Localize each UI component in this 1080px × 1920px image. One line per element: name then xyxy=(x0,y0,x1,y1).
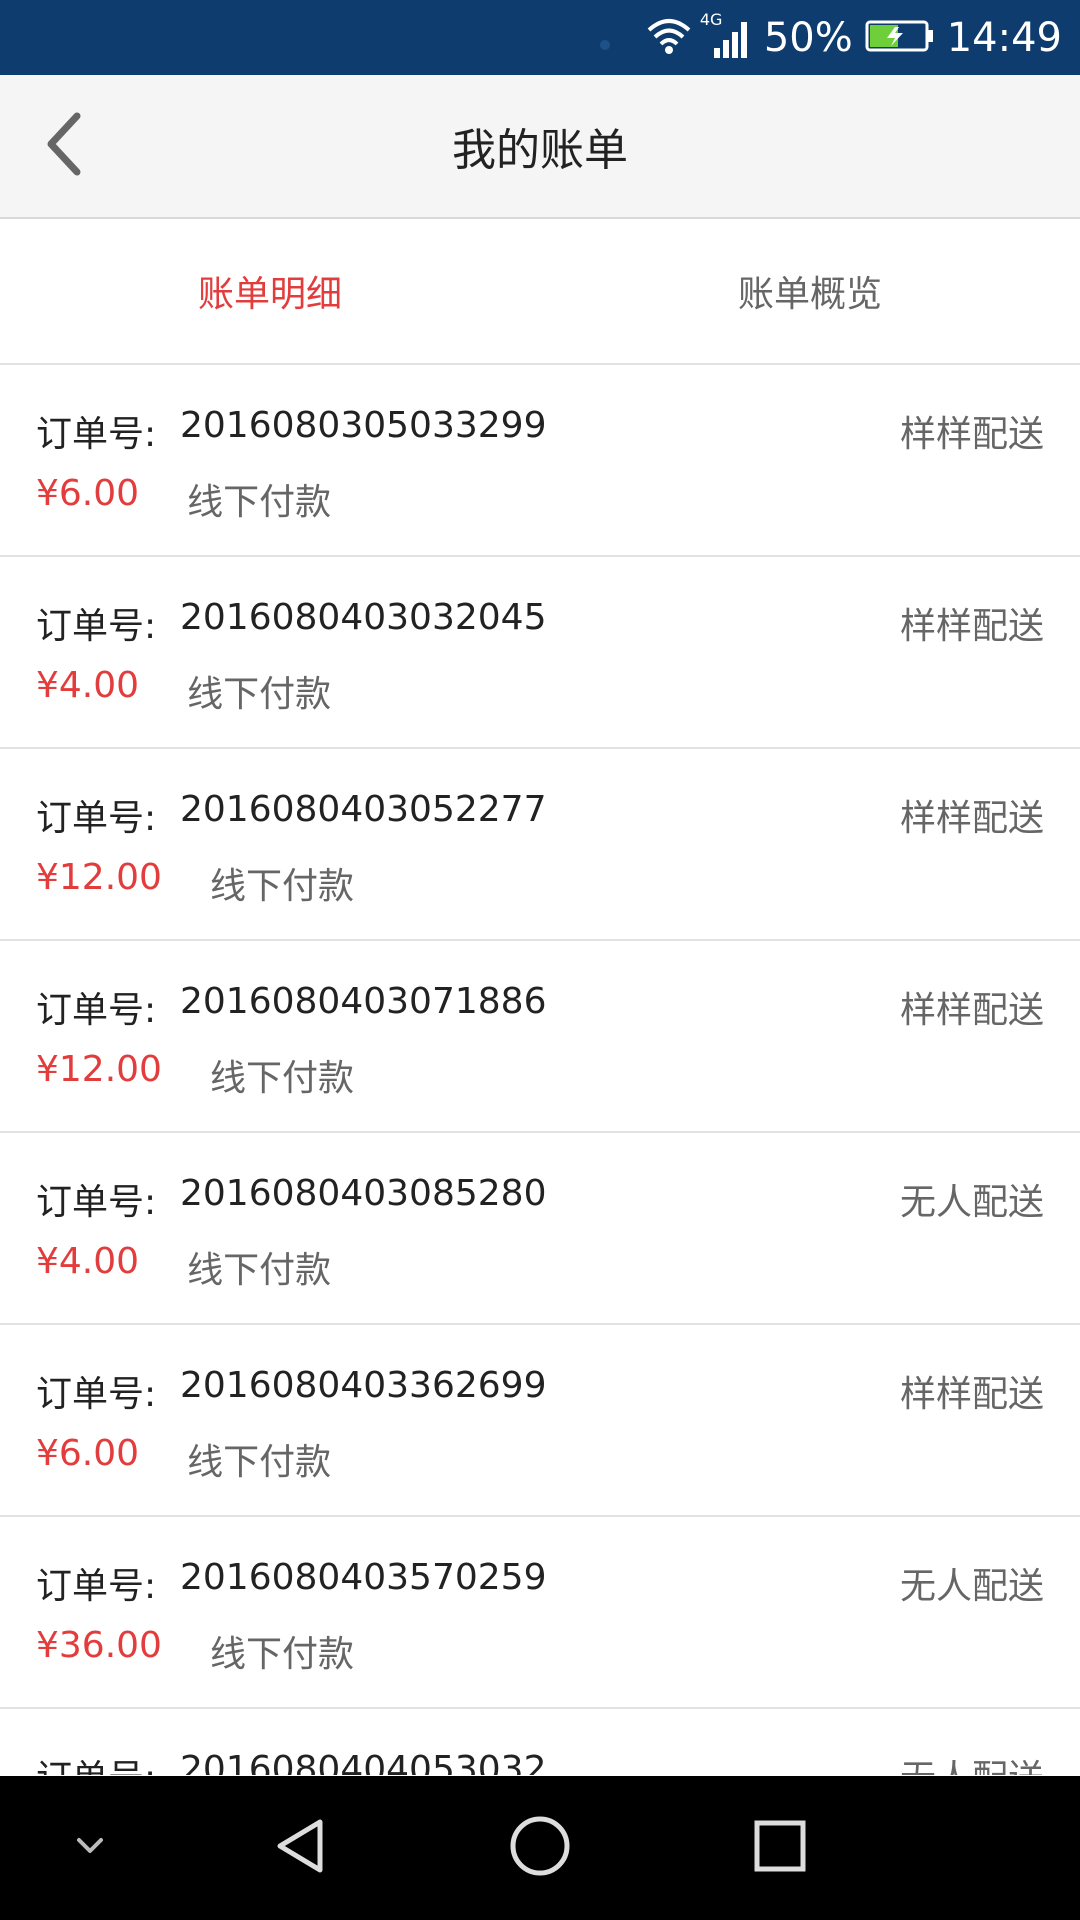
order-row[interactable]: 订单号: 2016080403032045 样样配送 ¥4.00 线下付款 xyxy=(0,557,1080,749)
order-label: 订单号: xyxy=(36,990,157,1031)
nav-home-button[interactable] xyxy=(470,1776,610,1920)
order-amount: ¥36.00 xyxy=(36,1625,162,1666)
price-line: ¥6.00 线下付款 xyxy=(36,473,331,525)
payment-method: 线下付款 xyxy=(187,1442,332,1483)
system-nav-bar xyxy=(0,1776,1080,1920)
order-label: 订单号: xyxy=(36,414,157,455)
price-line: ¥12.00 线下付款 xyxy=(36,857,354,909)
notification-dot xyxy=(600,40,610,50)
delivery-type: 无人配送 xyxy=(899,1182,1044,1223)
order-amount: ¥12.00 xyxy=(36,857,162,898)
order-label: 订单号: xyxy=(36,606,157,647)
order-row[interactable]: 订单号: 2016080404053032 无人配送 xyxy=(0,1709,1080,1775)
payment-method: 线下付款 xyxy=(209,1634,354,1675)
order-row[interactable]: 订单号: 2016080403570259 无人配送 ¥36.00 线下付款 xyxy=(0,1517,1080,1709)
tab-bill-overview[interactable]: 账单概览 xyxy=(540,219,1080,363)
order-row[interactable]: 订单号: 2016080403362699 样样配送 ¥6.00 线下付款 xyxy=(0,1325,1080,1517)
nav-collapse-button[interactable] xyxy=(20,1776,160,1920)
order-label: 订单号: xyxy=(36,1749,156,1775)
order-amount: ¥6.00 xyxy=(36,1433,140,1474)
price-line: ¥12.00 线下付款 xyxy=(36,1049,354,1101)
page-title: 我的账单 xyxy=(452,125,628,176)
order-number: 2016080403071886 xyxy=(180,981,547,1022)
order-amount: ¥4.00 xyxy=(36,1241,140,1282)
triangle-back-icon xyxy=(272,1816,328,1880)
delivery-type: 样样配送 xyxy=(899,414,1044,455)
signal-icon: 4G xyxy=(700,10,752,62)
tab-bar: 账单明细 账单概览 xyxy=(0,219,1080,365)
nav-recents-button[interactable] xyxy=(710,1776,850,1920)
back-button[interactable] xyxy=(28,111,98,181)
order-number: 2016080403570259 xyxy=(180,1557,547,1598)
payment-method: 线下付款 xyxy=(187,1250,332,1291)
order-row[interactable]: 订单号: 2016080403071886 样样配送 ¥12.00 线下付款 xyxy=(0,941,1080,1133)
price-line: ¥4.00 线下付款 xyxy=(36,665,331,717)
tab-bill-details[interactable]: 账单明细 xyxy=(0,219,540,363)
price-line: ¥6.00 线下付款 xyxy=(36,1433,331,1485)
order-amount: ¥12.00 xyxy=(36,1049,162,1090)
payment-method: 线下付款 xyxy=(187,482,332,523)
order-row[interactable]: 订单号: 2016080403085280 无人配送 ¥4.00 线下付款 xyxy=(0,1133,1080,1325)
order-number: 2016080404053032 xyxy=(180,1749,547,1775)
order-label: 订单号: xyxy=(36,798,157,839)
circle-home-icon xyxy=(508,1814,572,1882)
delivery-type: 样样配送 xyxy=(899,606,1044,647)
square-recents-icon xyxy=(752,1818,808,1878)
chevron-down-icon xyxy=(75,1836,105,1860)
price-line: ¥4.00 线下付款 xyxy=(36,1241,331,1293)
order-number: 2016080305033299 xyxy=(180,405,547,446)
order-amount: ¥4.00 xyxy=(36,665,140,706)
battery-icon xyxy=(865,18,935,58)
delivery-type: 无人配送 xyxy=(900,1749,1044,1775)
order-row[interactable]: 订单号: 2016080403052277 样样配送 ¥12.00 线下付款 xyxy=(0,749,1080,941)
nav-back-button[interactable] xyxy=(230,1776,370,1920)
status-icons: 4G 50% 14:49 xyxy=(646,0,1062,75)
payment-method: 线下付款 xyxy=(209,1058,354,1099)
clock: 14:49 xyxy=(946,14,1062,61)
delivery-type: 样样配送 xyxy=(899,1374,1044,1415)
price-line: ¥36.00 线下付款 xyxy=(36,1625,354,1677)
battery-percent: 50% xyxy=(763,14,853,61)
payment-method: 线下付款 xyxy=(209,866,354,907)
status-bar: 4G 50% 14:49 xyxy=(0,0,1080,75)
order-number: 2016080403052277 xyxy=(180,789,547,830)
chevron-left-icon xyxy=(43,112,83,180)
order-label: 订单号: xyxy=(36,1182,157,1223)
wifi-icon xyxy=(646,16,692,60)
order-number: 2016080403032045 xyxy=(180,597,547,638)
order-label: 订单号: xyxy=(36,1566,157,1607)
order-amount: ¥6.00 xyxy=(36,473,140,514)
order-number: 2016080403085280 xyxy=(180,1173,547,1214)
delivery-type: 样样配送 xyxy=(899,990,1044,1031)
order-label: 订单号: xyxy=(36,1374,157,1415)
order-list: 订单号: 2016080305033299 样样配送 ¥6.00 线下付款 订单… xyxy=(0,365,1080,1775)
app-header: 我的账单 xyxy=(0,75,1080,219)
order-number: 2016080403362699 xyxy=(180,1365,547,1406)
payment-method: 线下付款 xyxy=(187,674,332,715)
delivery-type: 样样配送 xyxy=(899,798,1044,839)
delivery-type: 无人配送 xyxy=(899,1566,1044,1607)
order-row[interactable]: 订单号: 2016080305033299 样样配送 ¥6.00 线下付款 xyxy=(0,365,1080,557)
